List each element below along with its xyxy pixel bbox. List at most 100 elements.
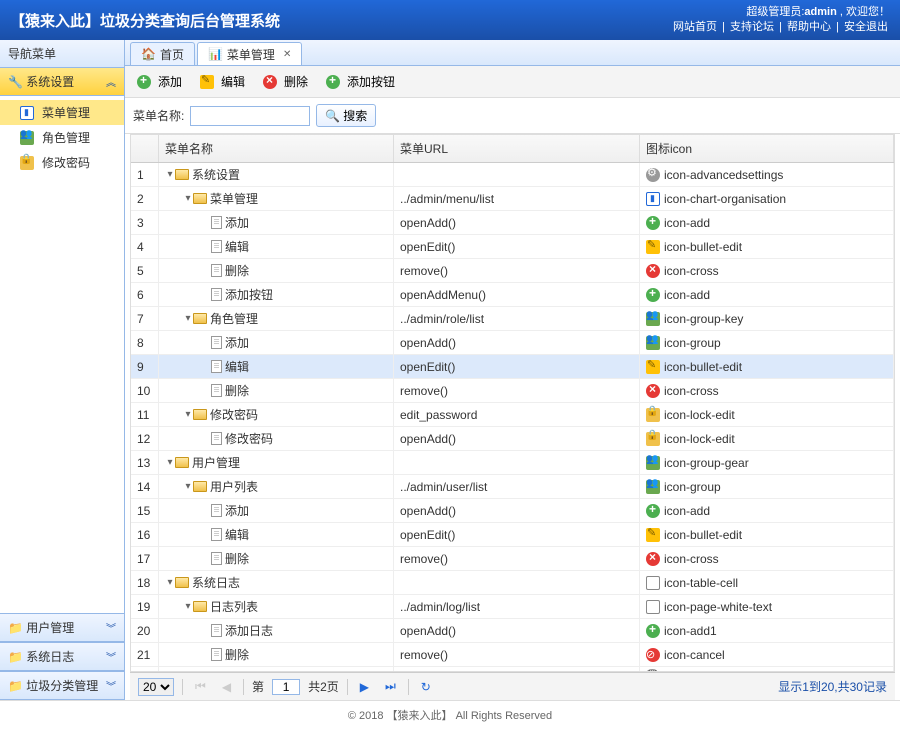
search-label: 菜单名称: — [133, 107, 184, 124]
file-icon — [211, 216, 222, 229]
table-row[interactable]: 18 ▾系统日志 icon-table-cell — [131, 571, 894, 595]
tree-toggle[interactable]: ▾ — [183, 601, 193, 612]
file-icon — [211, 264, 222, 277]
header: 【猿来入此】垃圾分类查询后台管理系统 超级管理员:admin , 欢迎您！ 网站… — [0, 0, 900, 40]
page-size-select[interactable]: 20 — [138, 678, 174, 696]
last-page-button[interactable]: ⏭ — [381, 677, 400, 696]
tab-label: 首页 — [160, 46, 184, 63]
close-icon[interactable]: ✕ — [283, 49, 291, 60]
table-row[interactable]: 15 添加 openAdd() icon-add — [131, 499, 894, 523]
cell-icon: icon-add — [640, 283, 894, 306]
table-row[interactable]: 6 添加按钮 openAddMenu() icon-add — [131, 283, 894, 307]
cell-url: ../admin/menu/list — [394, 187, 640, 210]
col-url-header[interactable]: 菜单URL — [394, 135, 640, 162]
cell-url — [394, 571, 640, 594]
table-row[interactable]: 21 删除 remove() icon-cancel — [131, 643, 894, 667]
table-row[interactable]: 20 添加日志 openAdd() icon-add1 — [131, 619, 894, 643]
row-number: 11 — [131, 403, 159, 426]
first-page-button[interactable]: ⏮ — [191, 677, 210, 696]
cell-icon: icon-add — [640, 211, 894, 234]
cell-url: remove() — [394, 379, 640, 402]
file-icon — [211, 336, 222, 349]
row-number: 5 — [131, 259, 159, 282]
add-icon — [646, 216, 660, 230]
add-button[interactable]: 添加 — [133, 70, 186, 93]
tree-toggle[interactable]: ▾ — [183, 409, 193, 420]
panel-collapsed[interactable]: 📁 垃圾分类管理︾ — [0, 671, 124, 700]
table-row[interactable]: 3 添加 openAdd() icon-add — [131, 211, 894, 235]
header-link[interactable]: 安全退出 — [844, 21, 888, 33]
tree-toggle[interactable]: ▾ — [165, 169, 175, 180]
row-number: 20 — [131, 619, 159, 642]
header-link[interactable]: 支持论坛 — [730, 21, 774, 33]
edit-button[interactable]: 编辑 — [196, 70, 249, 93]
tab[interactable]: 📊菜单管理✕ — [197, 42, 302, 65]
sidebar-item-label: 修改密码 — [42, 154, 90, 171]
add-menu-button[interactable]: 添加按钮 — [322, 70, 399, 93]
file-icon — [211, 504, 222, 517]
tree-toggle[interactable]: ▾ — [183, 193, 193, 204]
col-icon-header[interactable]: 图标icon — [640, 135, 894, 162]
cell-icon: icon-add1 — [640, 619, 894, 642]
table-row[interactable]: 7 ▾角色管理 ../admin/role/list icon-group-ke… — [131, 307, 894, 331]
header-link[interactable]: 网站首页 — [673, 21, 717, 33]
sidebar: 导航菜单 🔧 系统设置︽ 菜单管理角色管理修改密码 📁 用户管理︾📁 系统日志︾… — [0, 40, 125, 700]
row-number: 15 — [131, 499, 159, 522]
tree-toggle[interactable]: ▾ — [165, 577, 175, 588]
tab-icon: 🏠 — [141, 47, 156, 61]
search-bar: 菜单名称: 🔍 搜索 — [125, 98, 900, 134]
sidebar-item[interactable]: 菜单管理 — [0, 100, 124, 125]
cell-url: remove() — [394, 547, 640, 570]
search-button[interactable]: 🔍 搜索 — [316, 104, 376, 127]
table-row[interactable]: 8 添加 openAdd() icon-group — [131, 331, 894, 355]
cell-icon: icon-cross — [640, 259, 894, 282]
tree-toggle[interactable]: ▾ — [165, 457, 175, 468]
edit-icon — [200, 75, 214, 89]
next-page-button[interactable]: ▶ — [356, 678, 373, 696]
cell-url: ../admin/log/list — [394, 595, 640, 618]
table-row[interactable]: 11 ▾修改密码 edit_password icon-lock-edit — [131, 403, 894, 427]
cross-icon — [646, 384, 660, 398]
table-row[interactable]: 9 编辑 openEdit() icon-bullet-edit — [131, 355, 894, 379]
prev-page-button[interactable]: ◀ — [218, 678, 235, 696]
panel-collapsed[interactable]: 📁 系统日志︾ — [0, 642, 124, 671]
row-number: 1 — [131, 163, 159, 186]
add-icon — [646, 504, 660, 518]
edit-icon — [646, 528, 660, 542]
table-row[interactable]: 5 删除 remove() icon-cross — [131, 259, 894, 283]
row-number: 13 — [131, 451, 159, 474]
table-row[interactable]: 4 编辑 openEdit() icon-bullet-edit — [131, 235, 894, 259]
sidebar-item-label: 角色管理 — [42, 129, 90, 146]
table-row[interactable]: 12 修改密码 openAdd() icon-lock-edit — [131, 427, 894, 451]
table-row[interactable]: 2 ▾菜单管理 ../admin/menu/list icon-chart-or… — [131, 187, 894, 211]
panel-collapsed[interactable]: 📁 用户管理︾ — [0, 613, 124, 642]
tree-toggle[interactable]: ▾ — [183, 313, 193, 324]
table-row[interactable]: 19 ▾日志列表 ../admin/log/list icon-page-whi… — [131, 595, 894, 619]
col-name-header[interactable]: 菜单名称 — [159, 135, 394, 162]
refresh-button[interactable]: ↻ — [417, 678, 435, 696]
panel-system-settings[interactable]: 🔧 系统设置︽ — [0, 68, 124, 96]
tree-toggle[interactable]: ▾ — [183, 481, 193, 492]
search-input[interactable] — [190, 106, 310, 126]
tab[interactable]: 🏠 首页 — [130, 42, 195, 65]
table-row[interactable]: 17 删除 remove() icon-cross — [131, 547, 894, 571]
table-row[interactable]: 10 删除 remove() icon-cross — [131, 379, 894, 403]
table-row[interactable]: 16 编辑 openEdit() icon-bullet-edit — [131, 523, 894, 547]
sidebar-item[interactable]: 修改密码 — [0, 150, 124, 175]
content-area: 🏠 首页 📊菜单管理✕ 添加 编辑 删除 添加按钮 菜单名称: 🔍 搜索 菜单名称 … — [125, 40, 900, 700]
add-icon — [137, 75, 151, 89]
sidebar-item[interactable]: 角色管理 — [0, 125, 124, 150]
table-row[interactable]: 13 ▾用户管理 icon-group-gear — [131, 451, 894, 475]
grid-header: 菜单名称 菜单URL 图标icon — [131, 135, 894, 163]
row-number: 3 — [131, 211, 159, 234]
row-number: 16 — [131, 523, 159, 546]
page-input[interactable] — [272, 679, 300, 695]
cell-name: ▾修改密码 — [159, 403, 394, 426]
table-icon — [646, 576, 660, 590]
delete-button[interactable]: 删除 — [259, 70, 312, 93]
cell-icon: icon-cross — [640, 379, 894, 402]
table-row[interactable]: 1 ▾系统设置 icon-advancedsettings — [131, 163, 894, 187]
header-link[interactable]: 帮助中心 — [787, 21, 831, 33]
cross-icon — [646, 264, 660, 278]
table-row[interactable]: 14 ▾用户列表 ../admin/user/list icon-group — [131, 475, 894, 499]
